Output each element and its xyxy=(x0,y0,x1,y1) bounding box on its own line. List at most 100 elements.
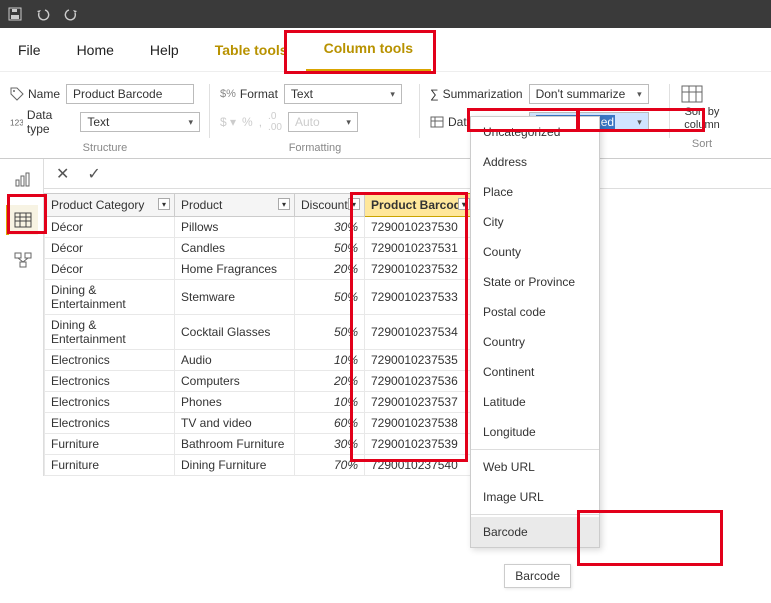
dropdown-item[interactable]: State or Province xyxy=(471,267,599,297)
currency-format-icon: $% xyxy=(220,88,236,100)
nav-report[interactable] xyxy=(6,165,38,195)
name-input[interactable]: Product Barcode xyxy=(66,84,194,104)
cancel-icon[interactable]: ✕ xyxy=(56,164,69,184)
dropdown-item[interactable]: Place xyxy=(471,177,599,207)
group-label-structure: Structure xyxy=(10,136,200,158)
summarization-select[interactable]: Don't summarize▾ xyxy=(529,84,649,104)
cell-category: Electronics xyxy=(45,413,175,434)
table-row[interactable]: FurnitureDining Furniture70%729001023754… xyxy=(45,455,475,476)
cell-category: Electronics xyxy=(45,392,175,413)
cell-barcode: 7290010237540 xyxy=(365,455,475,476)
cell-discount: 30% xyxy=(295,217,365,238)
format-label: $% Format xyxy=(220,87,278,101)
tab-file[interactable]: File xyxy=(0,42,59,58)
cell-discount: 50% xyxy=(295,280,365,315)
table-row[interactable]: ElectronicsComputers20%7290010237536 xyxy=(45,371,475,392)
table-row[interactable]: Dining & EntertainmentStemware50%7290010… xyxy=(45,280,475,315)
dropdown-item[interactable]: Uncategorized xyxy=(471,117,599,147)
commit-icon[interactable]: ✓ xyxy=(87,164,100,184)
tab-home[interactable]: Home xyxy=(59,28,132,72)
table-row[interactable]: FurnitureBathroom Furniture30%7290010237… xyxy=(45,434,475,455)
dropdown-item[interactable]: Address xyxy=(471,147,599,177)
table-row[interactable]: ElectronicsAudio10%7290010237535 xyxy=(45,350,475,371)
col-header-barcode[interactable]: Product Barcode▾ xyxy=(365,194,475,217)
cell-barcode: 7290010237534 xyxy=(365,315,475,350)
cell-discount: 60% xyxy=(295,413,365,434)
save-icon[interactable] xyxy=(8,7,22,21)
dropdown-item[interactable]: Country xyxy=(471,327,599,357)
cell-category: Dining & Entertainment xyxy=(45,280,175,315)
group-label-sort: Sort xyxy=(692,132,712,154)
currency-button: $ ▾ xyxy=(220,115,236,129)
filter-icon[interactable]: ▾ xyxy=(458,198,470,210)
cell-barcode: 7290010237538 xyxy=(365,413,475,434)
tab-table-tools[interactable]: Table tools xyxy=(197,28,306,72)
cell-product: Audio xyxy=(175,350,295,371)
filter-icon[interactable]: ▾ xyxy=(278,198,290,210)
sort-button[interactable]: Sort by column xyxy=(680,80,724,132)
ribbon-group-formatting: $% Format Text▾ $ ▾ % , .0.00 Auto▾ Form… xyxy=(210,80,420,158)
ribbon-group-sort: Sort by column Sort xyxy=(670,80,734,158)
comma-button: , xyxy=(259,115,262,129)
cell-barcode: 7290010237536 xyxy=(365,371,475,392)
cell-product: Computers xyxy=(175,371,295,392)
filter-icon[interactable]: ▾ xyxy=(348,198,360,210)
format-select[interactable]: Text▾ xyxy=(284,84,402,104)
nav-model[interactable] xyxy=(6,245,38,275)
dropdown-item[interactable]: City xyxy=(471,207,599,237)
cell-barcode: 7290010237535 xyxy=(365,350,475,371)
category-icon xyxy=(430,115,444,129)
tab-column-tools[interactable]: Column tools xyxy=(306,28,431,72)
cell-product: Pillows xyxy=(175,217,295,238)
cell-discount: 20% xyxy=(295,371,365,392)
name-label: Name xyxy=(10,87,60,101)
data-table: Product Category▾ Product▾ Discount▾ Pro… xyxy=(44,193,475,476)
tab-help[interactable]: Help xyxy=(132,28,197,72)
cell-category: Décor xyxy=(45,217,175,238)
dropdown-item[interactable]: Barcode xyxy=(471,517,599,547)
cell-barcode: 7290010237532 xyxy=(365,259,475,280)
percent-button: % xyxy=(242,115,253,129)
cell-barcode: 7290010237539 xyxy=(365,434,475,455)
filter-icon[interactable]: ▾ xyxy=(158,198,170,210)
datatype-icon: 123 xyxy=(10,115,23,129)
table-row[interactable]: ElectronicsTV and video60%7290010237538 xyxy=(45,413,475,434)
cell-discount: 10% xyxy=(295,350,365,371)
table-row[interactable]: DécorCandles50%7290010237531 xyxy=(45,238,475,259)
col-header-discount[interactable]: Discount▾ xyxy=(295,194,365,217)
cell-product: Stemware xyxy=(175,280,295,315)
ribbon-group-properties: ∑ Summarization Don't summarize▾ Data ca… xyxy=(420,80,670,158)
table-row[interactable]: Dining & EntertainmentCocktail Glasses50… xyxy=(45,315,475,350)
datacategory-dropdown[interactable]: UncategorizedAddressPlaceCityCountyState… xyxy=(470,116,600,548)
cell-category: Furniture xyxy=(45,434,175,455)
table-row[interactable]: DécorPillows30%7290010237530 xyxy=(45,217,475,238)
dropdown-item[interactable]: Longitude xyxy=(471,417,599,447)
content: ✕ ✓ Product Category▾ Product▾ Discount▾… xyxy=(44,159,771,476)
col-header-category[interactable]: Product Category▾ xyxy=(45,194,175,217)
dropdown-item[interactable]: County xyxy=(471,237,599,267)
cell-product: Home Fragrances xyxy=(175,259,295,280)
table-row[interactable]: DécorHome Fragrances20%7290010237532 xyxy=(45,259,475,280)
undo-icon[interactable] xyxy=(36,7,50,21)
nav-data[interactable] xyxy=(6,205,38,235)
col-header-product[interactable]: Product▾ xyxy=(175,194,295,217)
cell-discount: 20% xyxy=(295,259,365,280)
datatype-label: 123 Data type xyxy=(10,108,74,136)
svg-text:123: 123 xyxy=(10,118,23,128)
datatype-select[interactable]: Text▾ xyxy=(80,112,200,132)
tag-icon xyxy=(10,87,24,101)
dropdown-item[interactable]: Continent xyxy=(471,357,599,387)
cell-product: TV and video xyxy=(175,413,295,434)
cell-category: Furniture xyxy=(45,455,175,476)
redo-icon[interactable] xyxy=(64,7,78,21)
cell-category: Electronics xyxy=(45,371,175,392)
cell-barcode: 7290010237537 xyxy=(365,392,475,413)
table-row[interactable]: ElectronicsPhones10%7290010237537 xyxy=(45,392,475,413)
dropdown-item[interactable]: Latitude xyxy=(471,387,599,417)
group-label-formatting: Formatting xyxy=(220,136,410,158)
dropdown-item[interactable]: Postal code xyxy=(471,297,599,327)
sort-icon xyxy=(680,84,704,106)
dropdown-item[interactable]: Image URL xyxy=(471,482,599,512)
dropdown-item[interactable]: Web URL xyxy=(471,452,599,482)
cell-category: Dining & Entertainment xyxy=(45,315,175,350)
